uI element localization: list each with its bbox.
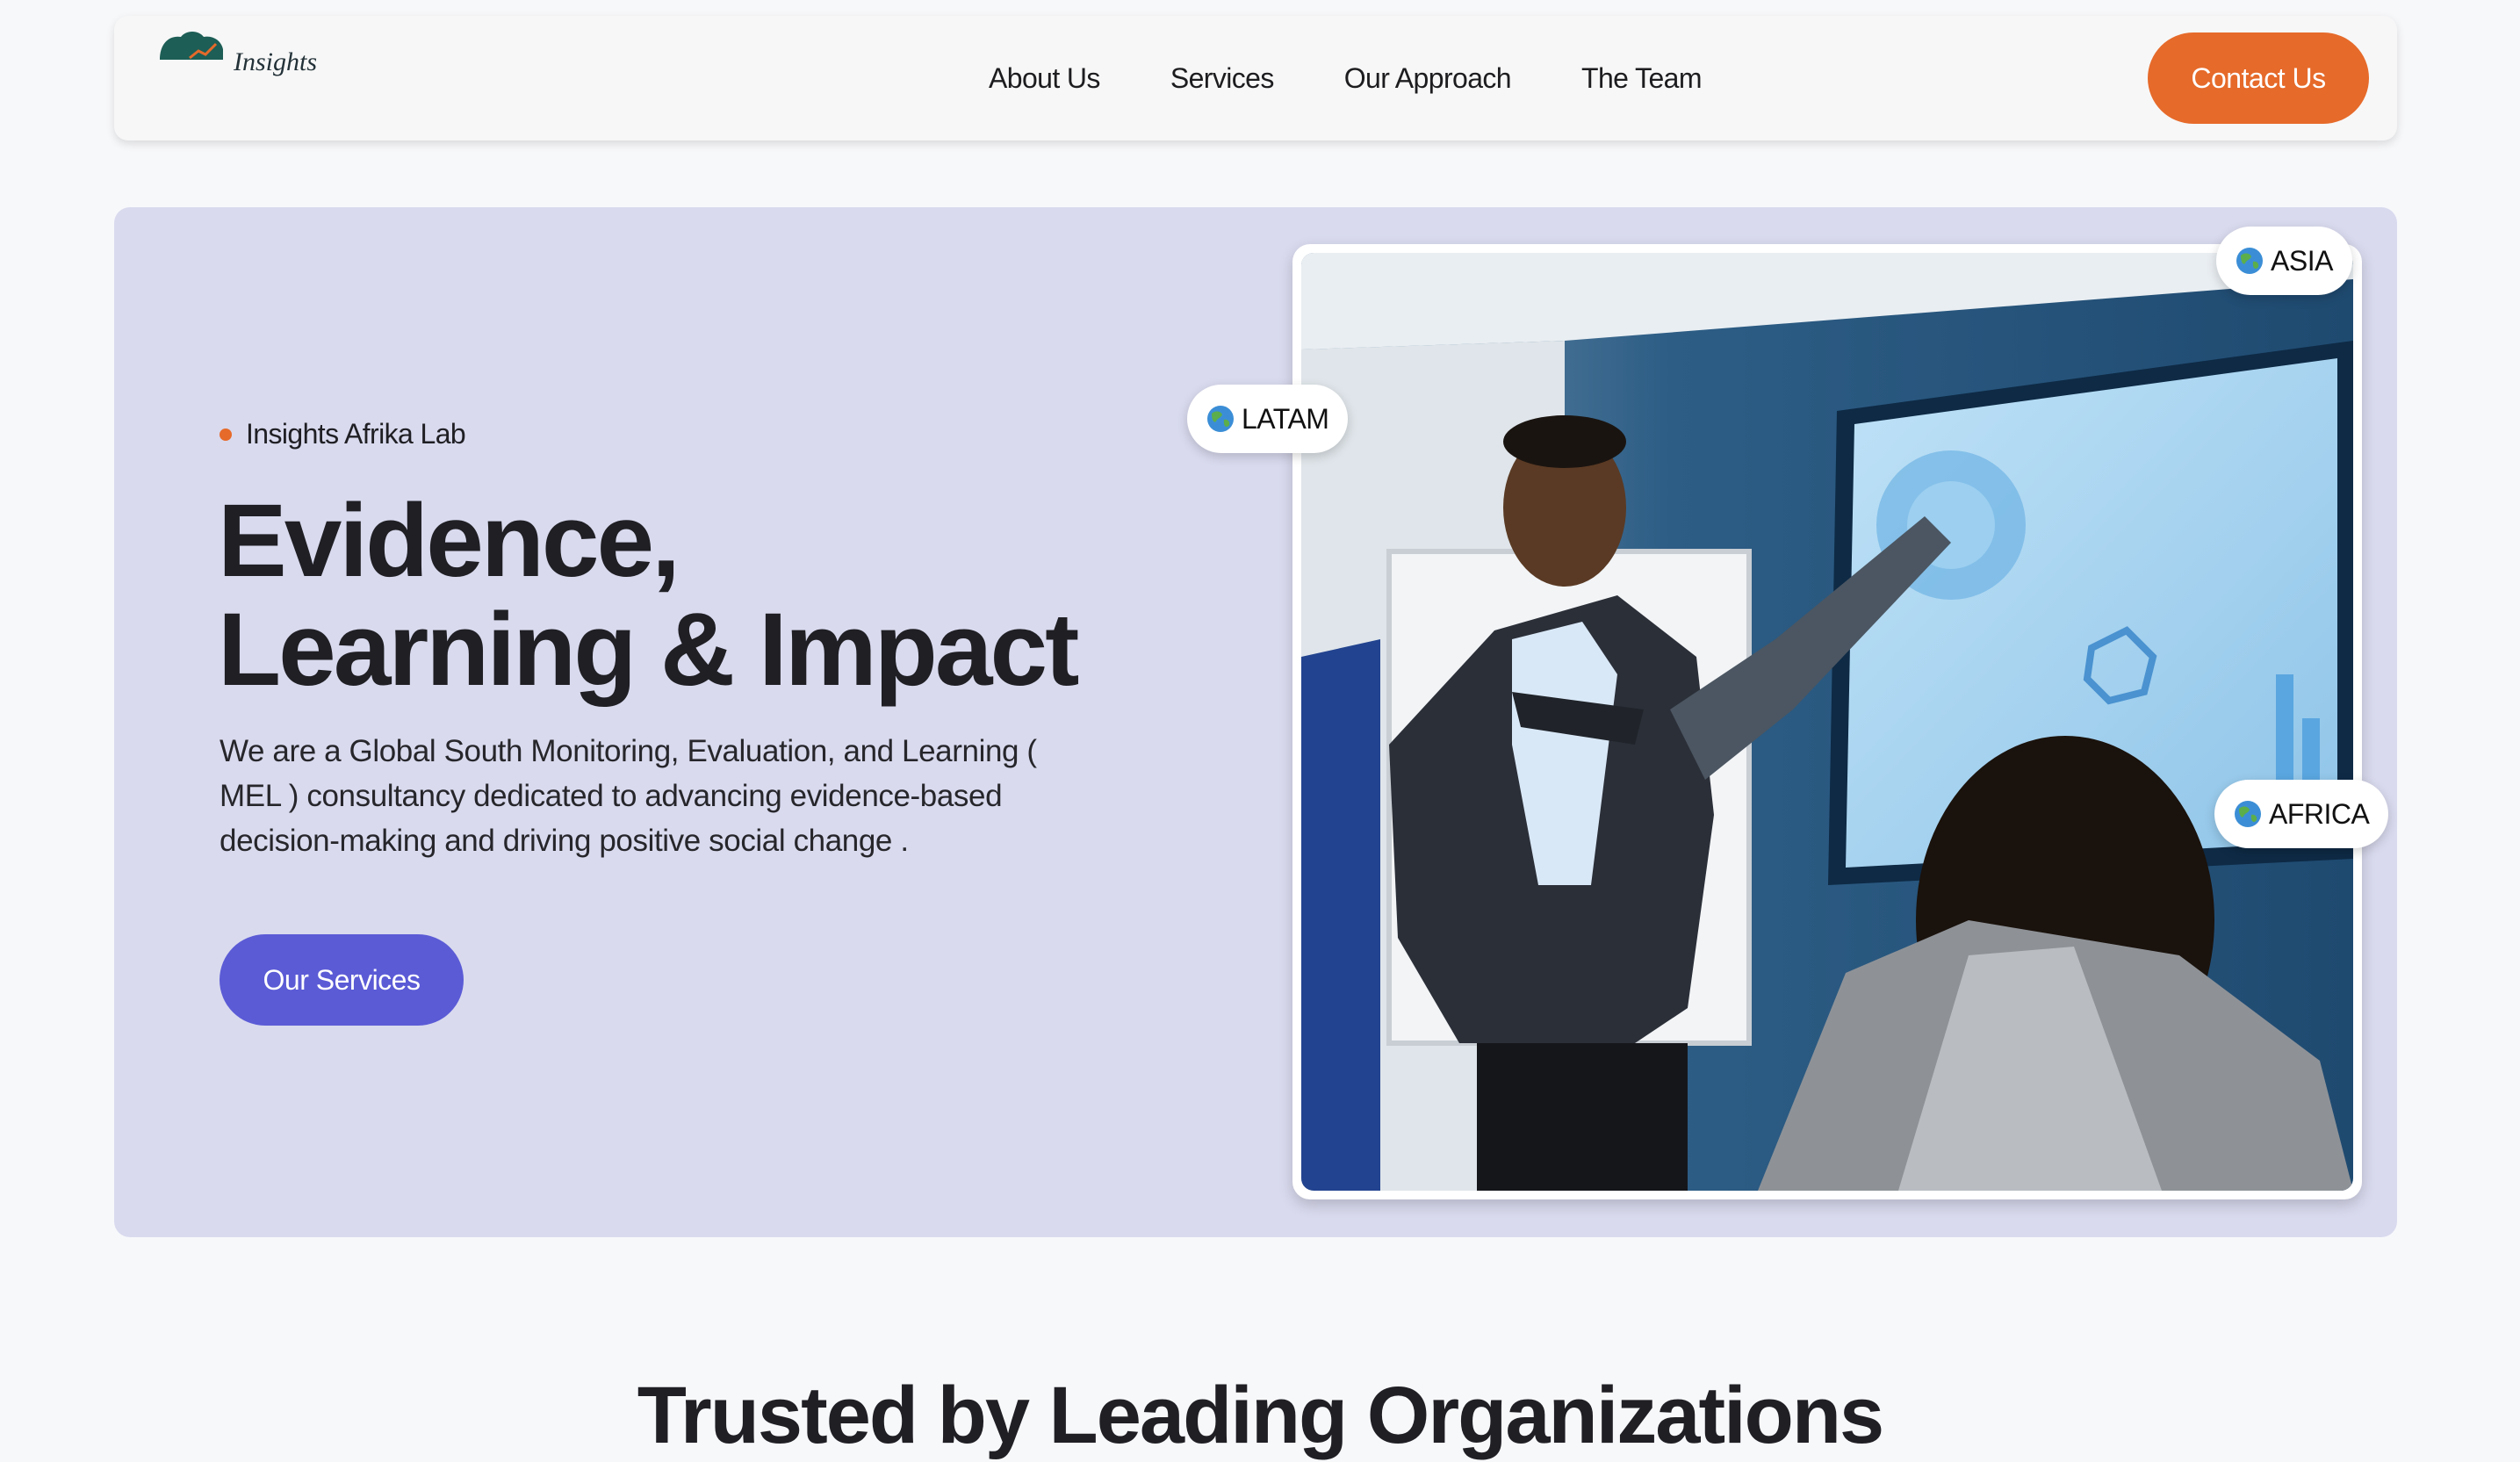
- region-tag-label: ASIA: [2271, 244, 2333, 277]
- region-tag-latam: LATAM: [1187, 385, 1349, 453]
- contact-us-button[interactable]: Contact Us: [2148, 32, 2369, 124]
- hero-section: Insights Afrika Lab Evidence, Learning &…: [114, 207, 2397, 1237]
- nav-services[interactable]: Services: [1170, 62, 1275, 95]
- globe-icon: [2235, 801, 2261, 827]
- badge-label: Insights Afrika Lab: [246, 418, 466, 450]
- dot-icon: [220, 428, 232, 441]
- section-title-trusted: Trusted by Leading Organizations: [637, 1371, 1884, 1460]
- globe-icon: [1207, 406, 1234, 432]
- hero-photo: [1301, 253, 2353, 1191]
- region-tag-label: LATAM: [1242, 402, 1329, 435]
- our-services-button[interactable]: Our Services: [220, 934, 464, 1026]
- logo[interactable]: Insights: [158, 28, 317, 77]
- hero-description: We are a Global South Monitoring, Evalua…: [220, 734, 1037, 858]
- region-tag-asia: ASIA: [2216, 227, 2352, 295]
- nav-our-approach[interactable]: Our Approach: [1344, 62, 1512, 95]
- hero-image-frame: [1292, 244, 2362, 1199]
- nav-the-team[interactable]: The Team: [1581, 62, 1703, 95]
- logo-text: Insights: [234, 47, 318, 76]
- logo-icon: [160, 32, 223, 60]
- headline-line-2: Learning & Impact: [218, 592, 1079, 708]
- hero-headline: Evidence, Learning & Impact: [218, 486, 1184, 704]
- region-tag-label: AFRICA: [2269, 797, 2370, 830]
- nav-about-us[interactable]: About Us: [989, 62, 1100, 95]
- hero-badge: Insights Afrika Lab: [220, 418, 466, 450]
- region-tag-africa: AFRICA: [2214, 780, 2389, 848]
- top-navbar: Insights About Us Services Our Approach …: [114, 16, 2397, 140]
- globe-icon: [2236, 248, 2263, 274]
- main-nav: About Us Services Our Approach The Team: [989, 16, 1703, 140]
- headline-line-1: Evidence,: [218, 483, 680, 599]
